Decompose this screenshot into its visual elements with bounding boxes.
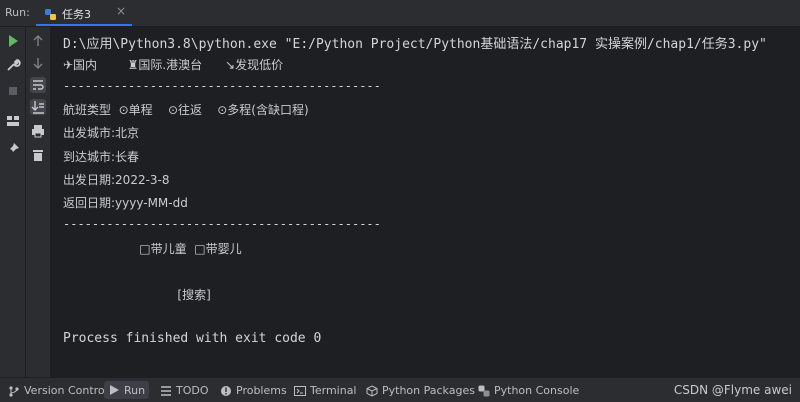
tool-window-todo[interactable]: TODO — [160, 383, 209, 398]
wrench-icon[interactable] — [5, 57, 21, 73]
console-line: 返回日期:yyyy-MM-dd — [63, 196, 188, 210]
tool-window-label: Python Console — [494, 384, 580, 397]
console-line: 出发城市:北京 — [63, 126, 140, 140]
tab-title: 任务3 — [62, 8, 91, 21]
console-toolbar — [26, 27, 51, 377]
exit-status-line: Process finished with exit code 0 — [63, 331, 322, 346]
python-file-icon — [44, 6, 57, 20]
tool-window-run[interactable]: Run — [104, 381, 150, 399]
pin-icon[interactable] — [5, 141, 21, 157]
tool-window-bar: Version Control Run TODO Problems Termin… — [0, 377, 800, 402]
console-line: 出发日期:2022-3-8 — [63, 173, 170, 187]
arrow-up-icon[interactable] — [30, 33, 46, 49]
console-output[interactable]: D:\应用\Python3.8\python.exe "E:/Python Pr… — [51, 27, 800, 377]
separator-line: ----------------------------------------… — [63, 79, 381, 93]
run-toolbar — [0, 27, 26, 377]
tool-window-problems[interactable]: Problems — [220, 383, 287, 398]
trash-icon[interactable] — [30, 147, 46, 163]
tool-window-label: Terminal — [310, 384, 357, 397]
run-panel-header: Run: 任务3 × — [0, 0, 800, 27]
run-icon — [108, 384, 120, 396]
branch-icon — [8, 385, 20, 397]
tool-window-python-packages[interactable]: Python Packages — [366, 383, 475, 398]
python-console-icon — [478, 385, 490, 397]
tab-run-configuration[interactable]: 任务3 × — [36, 0, 132, 26]
tool-window-label: TODO — [176, 384, 209, 397]
run-label: Run: — [5, 6, 30, 19]
tool-window-label: Problems — [236, 384, 287, 397]
console-line: ✈国内 ♜国际.港澳台 ↘发现低价 — [63, 58, 284, 72]
tool-window-label: Run — [124, 383, 146, 397]
separator-line: ----------------------------------------… — [63, 217, 381, 231]
console-line: [搜索] — [63, 288, 211, 302]
console-line: 航班类型 ⊙单程 ⊙往返 ⊙多程(含缺口程) — [63, 103, 309, 117]
tool-window-terminal[interactable]: Terminal — [294, 383, 357, 398]
tool-window-version-control[interactable]: Version Control — [8, 383, 108, 398]
soft-wrap-icon[interactable] — [30, 77, 46, 93]
print-icon[interactable] — [30, 123, 46, 139]
packages-icon — [366, 384, 378, 397]
scroll-to-end-icon[interactable] — [30, 99, 46, 115]
problems-icon — [220, 385, 232, 397]
tool-window-label: Version Control — [24, 384, 108, 397]
close-icon[interactable]: × — [116, 4, 126, 18]
arrow-down-icon[interactable] — [30, 55, 46, 71]
todo-icon — [160, 385, 172, 397]
tool-window-label: Python Packages — [382, 384, 475, 397]
tool-window-python-console[interactable]: Python Console — [478, 383, 579, 398]
terminal-icon — [294, 385, 306, 397]
console-line: □带儿童 □带婴儿 — [63, 242, 242, 256]
command-line: D:\应用\Python3.8\python.exe "E:/Python Pr… — [63, 37, 767, 52]
watermark: CSDN @Flyme awei — [673, 383, 792, 397]
layout-icon[interactable] — [5, 113, 21, 129]
rerun-icon[interactable] — [5, 33, 21, 49]
console-line: 到达城市:长春 — [63, 150, 140, 164]
stop-icon[interactable] — [5, 83, 21, 99]
